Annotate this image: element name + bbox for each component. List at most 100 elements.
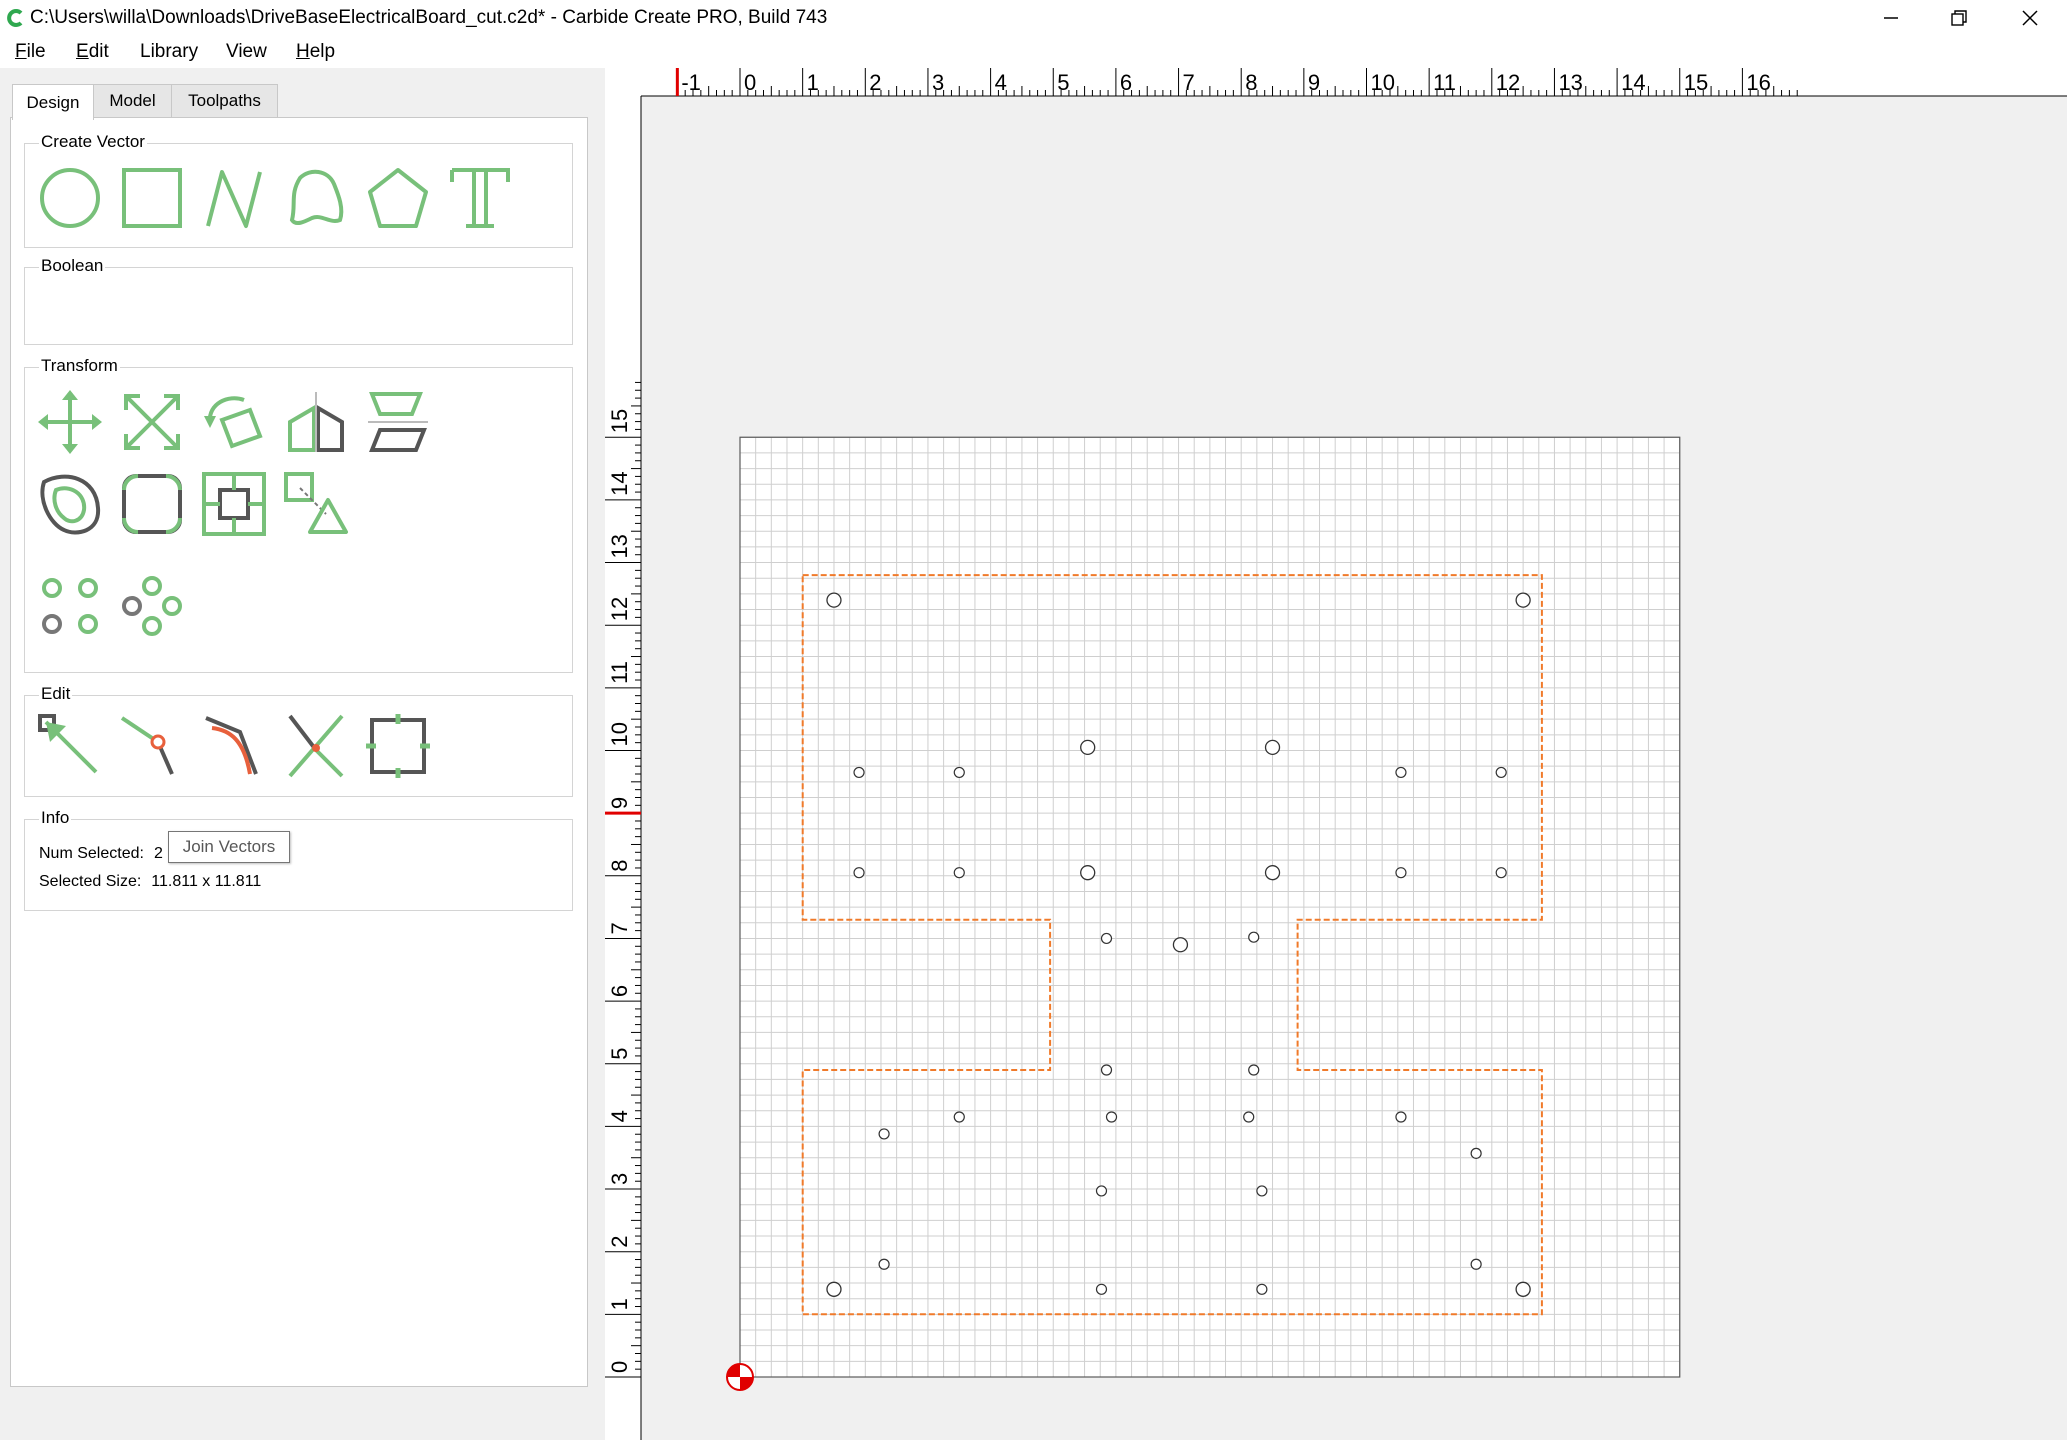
curve-tool-icon (289, 169, 344, 226)
hole-small[interactable] (953, 867, 965, 879)
fillet-icon (122, 474, 182, 534)
hole-large[interactable] (1264, 865, 1281, 881)
text-tool-button[interactable] (446, 164, 514, 232)
hole-small[interactable] (1100, 1064, 1113, 1076)
y-ruler-label: 3 (607, 1173, 632, 1185)
tooltip: Join Vectors (168, 831, 290, 863)
linear-array-button[interactable] (36, 572, 104, 640)
tab-model[interactable]: Model (93, 84, 172, 117)
join-vectors-icon (120, 716, 174, 775)
hole-small[interactable] (853, 867, 865, 879)
edit-title: Edit (39, 684, 73, 704)
num-selected-label: Num Selected: (39, 845, 144, 862)
hole-small[interactable] (1100, 932, 1113, 945)
hole-large[interactable] (826, 592, 842, 608)
hole-small[interactable] (1095, 1185, 1108, 1197)
scale-button[interactable] (118, 388, 186, 456)
offset-button[interactable] (36, 470, 104, 538)
design-canvas[interactable]: -1 0 1 2 3 4 5 6 7 8 9 10 11 12 13 14 15 16 0123456789101… (605, 68, 2067, 1440)
design-canvas-area[interactable]: -1 0 1 2 3 4 5 6 7 8 9 10 11 12 13 14 15 16 0 1 2 3 4 5 6 7 8 9 10 1… (605, 68, 2067, 1440)
x-ruler-label: 0 (744, 70, 756, 95)
join-vectors-button[interactable] (118, 712, 186, 780)
bounding-box-button[interactable] (364, 712, 432, 780)
y-ruler-label: 15 (607, 409, 632, 433)
fillet-button[interactable] (118, 470, 186, 538)
bounding-box-icon (366, 714, 430, 778)
hole-large[interactable] (1515, 592, 1531, 608)
tab-design[interactable]: Design (12, 84, 94, 120)
hole-small[interactable] (1248, 1064, 1260, 1076)
hole-large[interactable] (1515, 1281, 1531, 1297)
hole-small[interactable] (1395, 1111, 1407, 1123)
boolean-title: Boolean (39, 256, 106, 276)
menu-file[interactable]: File (15, 40, 46, 64)
minimize-button[interactable] (1857, 0, 1925, 36)
hole-small[interactable] (1495, 766, 1507, 779)
hole-small[interactable] (1105, 1111, 1118, 1123)
hole-small[interactable] (1470, 1147, 1482, 1159)
polygon-tool-button[interactable] (364, 164, 432, 232)
horizontal-ruler[interactable]: -1 0 1 2 3 4 5 6 7 8 9 10 11 12 13 14 15 16 (605, 68, 2067, 97)
x-ruler-label: 7 (1183, 70, 1195, 95)
hole-small[interactable] (1243, 1111, 1255, 1123)
x-ruler-label: 5 (1057, 70, 1069, 95)
center-button[interactable] (200, 470, 268, 538)
hole-small[interactable] (853, 766, 865, 779)
hole-small[interactable] (1495, 867, 1507, 879)
hole-large[interactable] (1264, 739, 1281, 756)
hole-small[interactable] (1248, 931, 1260, 943)
hole-small[interactable] (878, 1128, 890, 1140)
menu-library[interactable]: Library (140, 40, 198, 64)
hole-small[interactable] (953, 1111, 965, 1123)
menu-edit[interactable]: Edit (76, 40, 109, 64)
hole-small[interactable] (1256, 1185, 1268, 1197)
hole-large[interactable] (826, 1281, 842, 1297)
tab-toolpaths[interactable]: Toolpaths (171, 84, 278, 117)
rotate-icon (204, 396, 263, 449)
move-button[interactable] (36, 388, 104, 456)
circular-array-button[interactable] (118, 572, 186, 640)
y-ruler-label: 4 (607, 1110, 632, 1122)
hole-large[interactable] (1172, 937, 1189, 953)
hole-small[interactable] (1470, 1258, 1482, 1270)
y-ruler-label: 11 (607, 661, 632, 684)
trim-button[interactable] (282, 712, 350, 780)
vertical-ruler[interactable]: 0123456789101112131415 (605, 68, 642, 1440)
hole-small[interactable] (1095, 1283, 1108, 1295)
x-ruler-label: 3 (932, 70, 944, 95)
circle-tool-button[interactable] (36, 164, 104, 232)
curve-tool-button[interactable] (282, 164, 350, 232)
menu-view[interactable]: View (226, 40, 267, 64)
selected-size-label: Selected Size: (39, 873, 142, 890)
align-icon (368, 392, 428, 452)
y-ruler-label: 12 (607, 597, 632, 621)
offset-icon (40, 474, 101, 535)
info-group: Info Num Selected: 2 Selected Size: 11.811… (24, 808, 573, 911)
rectangle-tool-button[interactable] (118, 164, 186, 232)
origin-icon (726, 1363, 754, 1391)
hole-large[interactable] (1080, 865, 1096, 881)
polyline-tool-button[interactable] (200, 164, 268, 232)
hole-small[interactable] (1395, 766, 1407, 779)
menu-help[interactable]: Help (296, 40, 335, 64)
hole-small[interactable] (878, 1258, 890, 1270)
mirror-button[interactable] (282, 388, 350, 456)
boolean-group: Boolean (24, 256, 573, 345)
hole-small[interactable] (1395, 867, 1407, 879)
x-ruler-label: 4 (995, 70, 1007, 95)
rotate-button[interactable] (200, 388, 268, 456)
close-button[interactable] (1996, 0, 2064, 36)
hole-small[interactable] (953, 766, 965, 779)
smooth-join-button[interactable] (200, 712, 268, 780)
polygon-tool-icon (368, 168, 428, 228)
hole-large[interactable] (1080, 739, 1096, 756)
edit-group: Edit (24, 684, 573, 797)
design-panel: Design Model Toolpaths Create Vector Boo… (0, 68, 600, 1440)
y-ruler-label: 0 (607, 1361, 632, 1373)
hole-small[interactable] (1256, 1283, 1268, 1295)
node-edit-button[interactable] (36, 712, 104, 780)
restore-button[interactable] (1925, 0, 1993, 36)
transform-button[interactable] (282, 470, 350, 538)
rectangle-tool-icon (122, 168, 182, 228)
align-button[interactable] (364, 388, 432, 456)
